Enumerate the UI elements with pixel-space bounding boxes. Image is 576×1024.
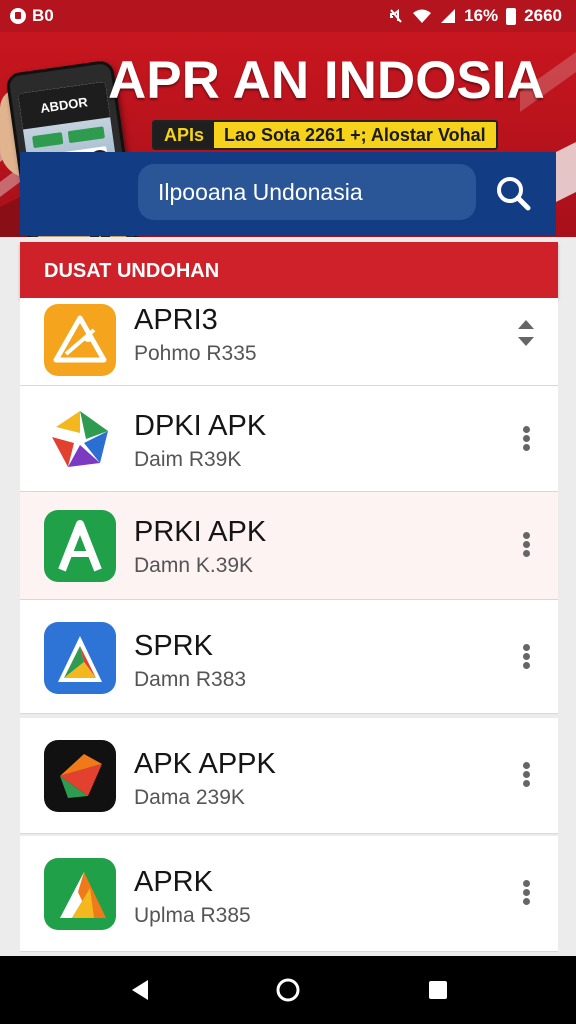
app-name: SPRK (134, 630, 213, 662)
clock: 2660 (524, 6, 562, 25)
app-subtitle: Damn R383 (134, 668, 247, 691)
app-name: APRK (134, 866, 213, 898)
list-item[interactable]: SPRK Damn R383 (20, 600, 558, 714)
battery-percent: 16% (464, 6, 499, 25)
system-nav-bar (0, 956, 576, 1024)
signal-icon (441, 9, 456, 23)
warning-sign-icon (44, 304, 116, 376)
list-item[interactable]: DPKI APK Daim R39K (20, 386, 558, 492)
more-vert-icon[interactable] (516, 760, 536, 790)
blue-a-icon (44, 622, 116, 694)
promo-text: Lao Sota 2261 +; Alostar Vohal (224, 124, 486, 145)
list-item[interactable]: PRKI APK Damn K.39K (20, 492, 558, 600)
recents-icon[interactable] (424, 976, 452, 1004)
home-icon[interactable] (274, 976, 302, 1004)
app-subtitle: Pohmo R335 (134, 342, 257, 365)
status-left-text: B0 (32, 6, 54, 25)
colorful-arrow-icon (44, 403, 116, 475)
promo-strip[interactable]: APIs Lao Sota 2261 +; Alostar Vohal (152, 120, 498, 150)
app-subtitle: Daim R39K (134, 448, 242, 471)
app-name: APRI3 (134, 304, 218, 336)
banner-title: APR AN INDOSIA (108, 51, 545, 110)
search-input[interactable]: Ilpooana Undonasia (138, 164, 476, 220)
app-screen: B0 16% 2660 ABDOR APR AN INDOSIA APIs La… (0, 0, 576, 1024)
promo-tag: APIs (154, 122, 215, 148)
app-name: APK APPK (134, 748, 276, 780)
wifi-icon (413, 9, 432, 23)
app-name: PRKI APK (134, 516, 267, 548)
more-vert-icon[interactable] (516, 530, 536, 560)
list-header: DUSAT UNDOHAN (20, 242, 558, 298)
more-vert-icon[interactable] (516, 878, 536, 908)
app-subtitle: Dama 239K (134, 786, 245, 809)
search-icon[interactable] (490, 170, 538, 218)
list-item[interactable]: APK APPK Dama 239K (20, 718, 558, 834)
sort-arrows-icon[interactable] (516, 318, 536, 348)
app-name: DPKI APK (134, 410, 267, 442)
mute-icon (390, 9, 402, 23)
more-vert-icon[interactable] (516, 424, 536, 454)
app-subtitle: Uplma R385 (134, 904, 251, 927)
green-orange-a-icon (44, 858, 116, 930)
status-bar: B0 16% 2660 (0, 0, 576, 32)
search-bar: Ilpooana Undonasia (20, 152, 556, 236)
more-vert-icon[interactable] (516, 642, 536, 672)
phone-screen-text: ABDOR (17, 81, 111, 130)
notification-icon (10, 8, 26, 24)
back-icon[interactable] (126, 976, 154, 1004)
green-a-icon (44, 510, 116, 582)
app-subtitle: Damn K.39K (134, 554, 254, 577)
battery-icon (506, 7, 517, 25)
list-item[interactable]: APRI3 Pohmo R335 (20, 298, 558, 386)
list-item[interactable]: APRK Uplma R385 (20, 836, 558, 952)
promo-banner[interactable]: ABDOR APR AN INDOSIA APIs Lao Sota 2261 … (0, 32, 576, 237)
black-arrow-icon (44, 740, 116, 812)
